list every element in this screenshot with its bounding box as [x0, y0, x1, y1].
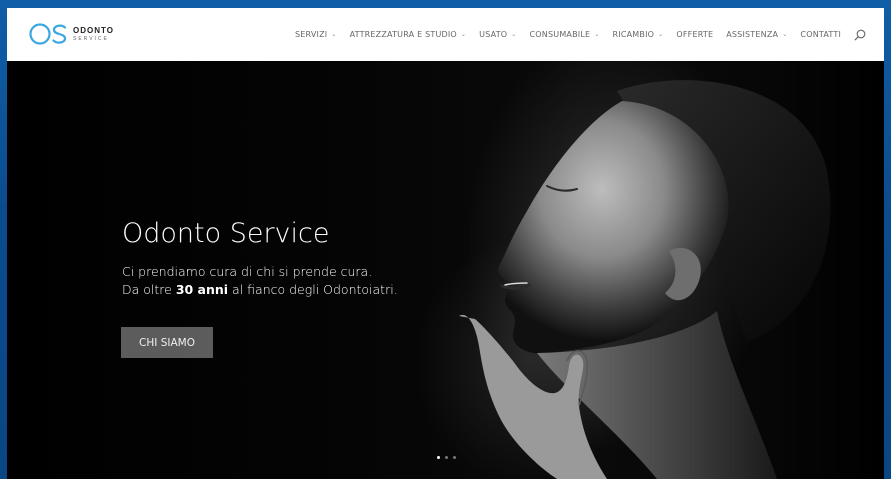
chevron-down-icon: ⌄ — [782, 31, 788, 38]
slider-pagination — [437, 456, 456, 459]
hero-title: Odonto Service — [122, 218, 330, 249]
logo-tagline: SERVICE — [73, 35, 109, 42]
site-header: ODONTO SERVICE SERVIZI ⌄ ATTREZZATURA E … — [7, 8, 884, 61]
nav-item-label: CONSUMABILE — [529, 30, 591, 39]
hero-line2-prefix: Da oltre — [122, 282, 176, 297]
nav-item-assistenza[interactable]: ASSISTENZA ⌄ — [726, 30, 787, 39]
slider-dot-1[interactable] — [437, 456, 440, 459]
nav-item-contatti[interactable]: CONTATTI — [800, 30, 841, 39]
nav-item-attrezzatura-e-studio[interactable]: ATTREZZATURA E STUDIO ⌄ — [350, 30, 467, 39]
nav-item-consumabile[interactable]: CONSUMABILE ⌄ — [530, 30, 600, 39]
hero-subtitle-line2: Da oltre 30 anni al fianco degli Odontoi… — [122, 282, 398, 297]
chi-siamo-button[interactable]: CHI SIAMO — [121, 327, 213, 358]
search-icon[interactable] — [854, 29, 866, 41]
chevron-down-icon: ⌄ — [594, 31, 600, 38]
logo-wordmark: ODONTO SERVICE — [73, 25, 114, 42]
chevron-down-icon: ⌄ — [511, 31, 517, 38]
chevron-down-icon: ⌄ — [658, 31, 664, 38]
nav-item-label: RICAMBIO — [612, 30, 655, 39]
logo-brand-name: ODONTO — [73, 25, 114, 35]
hero-subtitle-line1: Ci prendiamo cura di chi si prende cura. — [122, 264, 373, 279]
chevron-down-icon: ⌄ — [331, 31, 337, 38]
nav-item-servizi[interactable]: SERVIZI ⌄ — [295, 30, 337, 39]
nav-item-label: USATO — [479, 30, 508, 39]
nav-item-label: CONTATTI — [800, 30, 841, 39]
main-navigation: SERVIZI ⌄ ATTREZZATURA E STUDIO ⌄ USATO … — [295, 8, 866, 61]
nav-item-usato[interactable]: USATO ⌄ — [479, 30, 516, 39]
hero-portrait-image — [459, 80, 831, 479]
chevron-down-icon: ⌄ — [460, 31, 467, 38]
hero-line2-suffix: al fianco degli Odontoiatri. — [228, 282, 398, 297]
nav-item-label: ATTREZZATURA E STUDIO — [349, 30, 457, 39]
browser-viewport: ODONTO SERVICE SERVIZI ⌄ ATTREZZATURA E … — [7, 8, 884, 479]
nav-item-ricambio[interactable]: RICAMBIO ⌄ — [613, 30, 664, 39]
nav-item-label: OFFERTE — [676, 30, 714, 39]
hero-slider: Odonto Service Ci prendiamo cura di chi … — [7, 61, 884, 479]
slider-dot-3[interactable] — [453, 456, 456, 459]
nav-item-label: ASSISTENZA — [726, 30, 779, 39]
os-logo-icon — [29, 23, 67, 45]
nav-item-offerte[interactable]: OFFERTE — [676, 30, 713, 39]
slider-dot-2[interactable] — [445, 456, 448, 459]
site-logo[interactable]: ODONTO SERVICE — [29, 22, 114, 46]
hero-line2-highlight: 30 anni — [175, 282, 229, 297]
nav-item-label: SERVIZI — [295, 30, 328, 39]
